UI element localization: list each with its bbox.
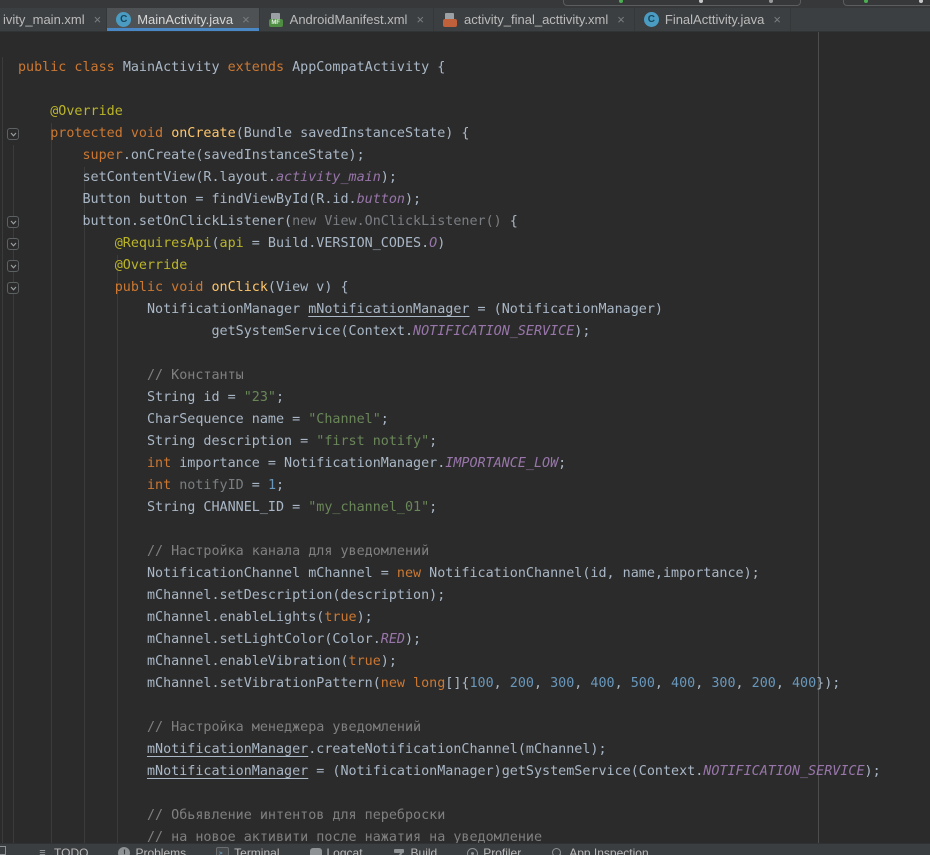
tab-label: AndroidManifest.xml bbox=[290, 12, 408, 27]
tab-label: ivity_main.xml bbox=[3, 12, 85, 27]
android-studio-window: ivity_main.xml × C MainActivity.java × MF Andr… bbox=[0, 0, 930, 855]
terminal-icon: >_ bbox=[216, 847, 229, 855]
fold-chevron-icon[interactable] bbox=[7, 216, 19, 228]
tab-mainactivity-java[interactable]: C MainActivity.java × bbox=[107, 8, 259, 31]
code-line: int notifyID = 1; bbox=[18, 475, 881, 497]
tool-window-bar: ≡ TODO! Problems >_ Terminal Logcat Build Profi… bbox=[0, 843, 930, 855]
code-line: getSystemService(Context.NOTIFICATION_SE… bbox=[18, 321, 881, 343]
todo-icon: ≡ bbox=[36, 847, 49, 855]
code-line: NotificationManager mNotificationManager… bbox=[18, 299, 881, 321]
code-line: // Обьявление интентов для переброски bbox=[18, 805, 881, 827]
toolwindow-button-label: Logcat bbox=[327, 846, 363, 855]
code-editor[interactable]: public class MainActivity extends AppCom… bbox=[0, 32, 930, 843]
toolwindow-button-todo[interactable]: ≡ TODO bbox=[36, 846, 88, 855]
tab-finalacttivity-java[interactable]: C FinalActtivity.java × bbox=[635, 8, 791, 31]
tab-activity-final-acttivity-xml[interactable]: activity_final_acttivity.xml × bbox=[434, 8, 635, 31]
main-toolbar-sliver bbox=[0, 0, 930, 8]
tab-androidmanifest-xml[interactable]: MF AndroidManifest.xml × bbox=[260, 8, 434, 31]
close-icon[interactable]: × bbox=[94, 13, 102, 26]
code-line: String id = "23"; bbox=[18, 387, 881, 409]
tab-ivity-main-xml[interactable]: ivity_main.xml × bbox=[0, 8, 107, 31]
code-line: @RequiresApi(api = Build.VERSION_CODES.O… bbox=[18, 233, 881, 255]
device-status-icon bbox=[864, 0, 868, 3]
code-line: mNotificationManager.createNotificationC… bbox=[18, 739, 881, 761]
close-icon[interactable]: × bbox=[242, 13, 250, 26]
toolbar-dot-icon[interactable] bbox=[769, 0, 773, 3]
code-line: super.onCreate(savedInstanceState); bbox=[18, 145, 881, 167]
tab-label: FinalActtivity.java bbox=[665, 12, 764, 27]
toolwindow-button-problems[interactable]: ! Problems bbox=[118, 846, 186, 855]
fold-chevron-icon[interactable] bbox=[7, 282, 19, 294]
build-icon bbox=[393, 847, 406, 855]
code-line bbox=[18, 343, 881, 365]
code-line: String description = "first notify"; bbox=[18, 431, 881, 453]
code-line: CharSequence name = "Channel"; bbox=[18, 409, 881, 431]
cut-tool-icon bbox=[0, 846, 6, 855]
toolwindow-button-app-inspection[interactable]: App Inspection bbox=[551, 846, 648, 855]
toolwindow-button-label: Problems bbox=[135, 846, 186, 855]
code-line bbox=[18, 519, 881, 541]
close-icon[interactable]: × bbox=[416, 13, 424, 26]
close-icon[interactable]: × bbox=[617, 13, 625, 26]
code-line: // Настройка менеджера уведомлений bbox=[18, 717, 881, 739]
toolwindow-button-terminal[interactable]: >_ Terminal bbox=[216, 846, 279, 855]
device-widget-fragment[interactable] bbox=[843, 0, 930, 6]
manifest-file-icon: MF bbox=[269, 13, 283, 27]
run-configuration-widget-fragment[interactable] bbox=[563, 0, 801, 6]
toolwindow-button-logcat[interactable]: Logcat bbox=[310, 846, 363, 855]
code-line: NotificationChannel mChannel = new Notif… bbox=[18, 563, 881, 585]
logcat-icon bbox=[310, 848, 322, 855]
toolwindow-button-label: TODO bbox=[54, 846, 88, 855]
editor-tab-bar: ivity_main.xml × C MainActivity.java × MF Andr… bbox=[0, 8, 930, 32]
code-line bbox=[18, 695, 881, 717]
code-line: public void onClick(View v) { bbox=[18, 277, 881, 299]
code-line bbox=[18, 783, 881, 805]
run-icon[interactable] bbox=[619, 0, 623, 3]
toolwindow-button-label: Terminal bbox=[234, 846, 279, 855]
code-line: mChannel.setDescription(description); bbox=[18, 585, 881, 607]
code-line bbox=[18, 79, 881, 101]
app-inspection-icon bbox=[551, 847, 564, 855]
toolbar-dot-icon[interactable] bbox=[699, 0, 703, 3]
code-line: button.setOnClickListener(new View.OnCli… bbox=[18, 211, 881, 233]
toolwindow-button-profiler[interactable]: Profiler bbox=[467, 846, 521, 855]
tab-label: activity_final_acttivity.xml bbox=[464, 12, 608, 27]
code-line: int importance = NotificationManager.IMP… bbox=[18, 453, 881, 475]
fold-chevron-icon[interactable] bbox=[7, 128, 19, 140]
toolwindow-button-label: Build bbox=[411, 846, 438, 855]
code-line: String CHANNEL_ID = "my_channel_01"; bbox=[18, 497, 881, 519]
close-icon[interactable]: × bbox=[773, 13, 781, 26]
code-line: protected void onCreate(Bundle savedInst… bbox=[18, 123, 881, 145]
tab-label: MainActivity.java bbox=[137, 12, 233, 27]
code-line: mChannel.enableLights(true); bbox=[18, 607, 881, 629]
code-line: mNotificationManager = (NotificationMana… bbox=[18, 761, 881, 783]
code-line: // Настройка канала для уведомлений bbox=[18, 541, 881, 563]
toolwindow-button-build[interactable]: Build bbox=[393, 846, 438, 855]
code-line: @Override bbox=[18, 255, 881, 277]
toolbar-dot-icon[interactable] bbox=[919, 0, 923, 3]
fold-chevron-icon[interactable] bbox=[7, 260, 19, 272]
toolwindow-button-label: App Inspection bbox=[569, 846, 648, 855]
toolwindow-button-label: Profiler bbox=[483, 846, 521, 855]
code-line: mChannel.enableVibration(true); bbox=[18, 651, 881, 673]
code-area[interactable]: public class MainActivity extends AppCom… bbox=[0, 57, 881, 843]
code-line: mChannel.setVibrationPattern(new long[]{… bbox=[18, 673, 881, 695]
code-line: Button button = findViewById(R.id.button… bbox=[18, 189, 881, 211]
code-line: @Override bbox=[18, 101, 881, 123]
profiler-icon bbox=[467, 848, 478, 855]
xml-file-icon bbox=[443, 13, 457, 27]
code-line: // на новое активити после нажатия на ув… bbox=[18, 827, 881, 843]
problems-icon: ! bbox=[118, 847, 130, 855]
code-line: public class MainActivity extends AppCom… bbox=[18, 57, 881, 79]
code-line: setContentView(R.layout.activity_main); bbox=[18, 167, 881, 189]
java-class-icon: C bbox=[644, 12, 659, 27]
fold-chevron-icon[interactable] bbox=[7, 238, 19, 250]
java-class-icon: C bbox=[116, 12, 131, 27]
code-line: // Константы bbox=[18, 365, 881, 387]
code-line: mChannel.setLightColor(Color.RED); bbox=[18, 629, 881, 651]
